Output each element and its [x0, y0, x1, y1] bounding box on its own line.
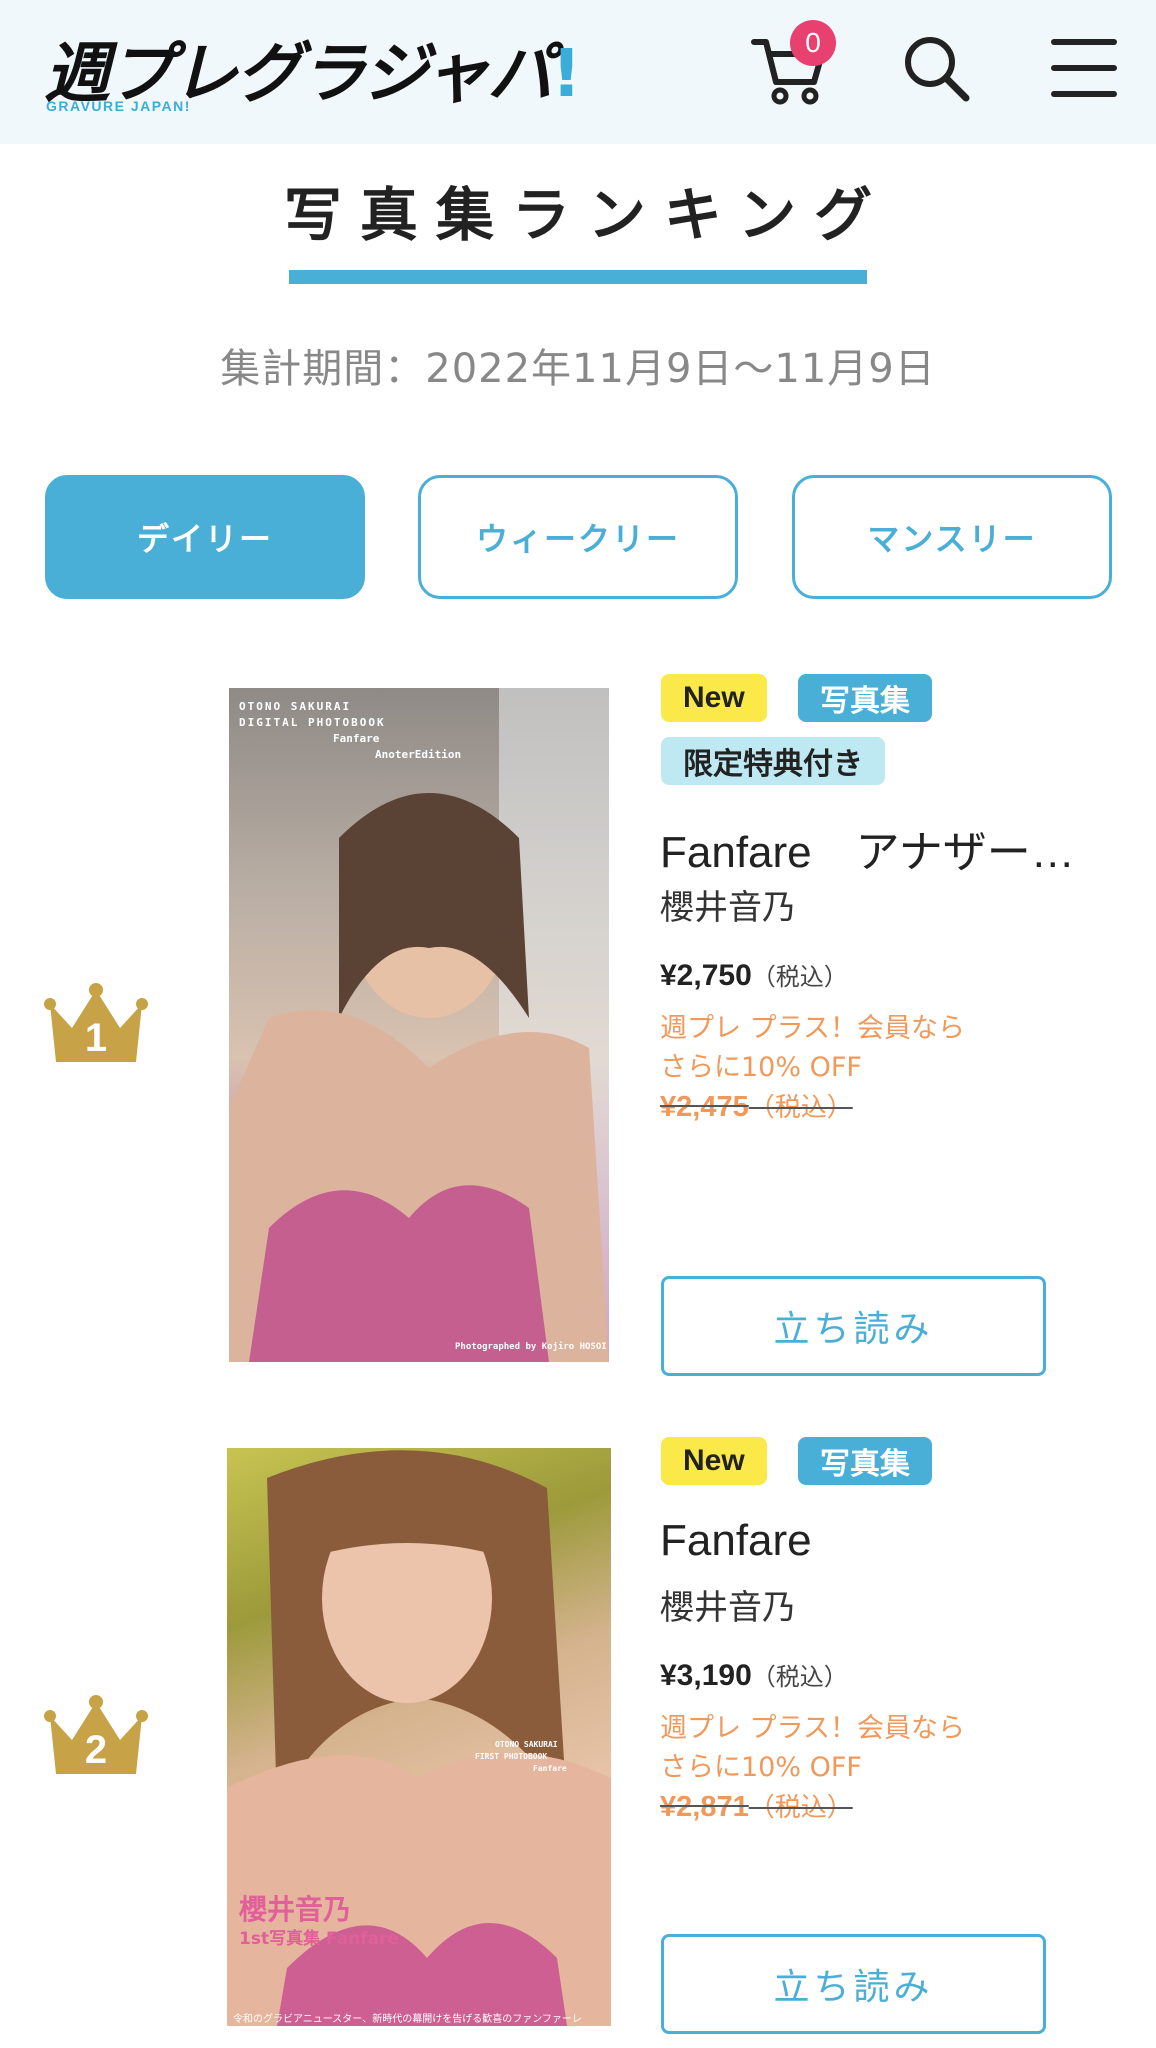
member-discount-line1: 週プレ プラス！会員なら	[660, 1013, 966, 1044]
hamburger-menu-icon[interactable]	[1044, 28, 1124, 108]
product-author[interactable]: 櫻井音乃	[660, 880, 796, 929]
cart-count-badge: 0	[790, 20, 836, 66]
member-discount-line2: さらに10% OFF	[660, 1752, 862, 1783]
new-badge: New	[661, 674, 767, 722]
site-logo[interactable]: 週プレグラジャパ! GRAVURE JAPAN!	[44, 18, 582, 118]
cover-image[interactable]: OTONO SAKURAI FIRST PHOTOBOOK Fanfare 櫻井…	[227, 1448, 611, 2026]
cover-text: 令和のグラビアニュースター、新時代の幕開けを告げる歓喜のファンファーレ	[233, 2014, 582, 2025]
cover-image[interactable]: OTONO SAKURAI DIGITAL PHOTOBOOK Fanfare …	[229, 688, 609, 1362]
member-price-value: ¥2,475	[660, 1091, 749, 1123]
preview-read-button[interactable]: 立ち読み	[661, 1276, 1046, 1376]
cover-text: AnoterEdition	[375, 748, 462, 761]
member-price-tax-label: （税込）	[748, 1093, 853, 1123]
photobook-badge: 写真集	[798, 1437, 932, 1485]
logo-mark: !	[551, 35, 581, 112]
member-discount-line2: さらに10% OFF	[660, 1052, 862, 1083]
cover-text: 1st写真集 Fanfare	[239, 1929, 399, 1949]
tab-daily[interactable]: デイリー	[45, 475, 365, 599]
aggregation-period: 集計期間：2022年11月9日〜11月9日	[220, 346, 936, 392]
product-price: ¥3,190（税込）	[660, 1657, 848, 1693]
cover-text: Photographed by Kojiro HOSOI	[455, 1342, 607, 1352]
member-price: ¥2,475（税込）	[660, 1087, 853, 1124]
member-price: ¥2,871（税込）	[660, 1787, 853, 1824]
cover-text: Fanfare	[333, 732, 380, 745]
bonus-badge: 限定特典付き	[661, 737, 885, 785]
search-icon[interactable]	[896, 28, 976, 108]
cover-text: DIGITAL PHOTOBOOK	[239, 716, 386, 729]
product-title[interactable]: Fanfare	[660, 1516, 1100, 1566]
cover-text: OTONO SAKURAI	[495, 1740, 558, 1749]
price-value: ¥2,750	[660, 959, 752, 992]
cover-text: 櫻井音乃	[239, 1893, 352, 1926]
page-title: 写真集ランキング	[283, 181, 891, 249]
product-author[interactable]: 櫻井音乃	[660, 1580, 796, 1629]
member-discount-line1: 週プレ プラス！会員なら	[660, 1713, 966, 1744]
cover-text: OTONO SAKURAI	[239, 700, 352, 713]
rank-number: 1	[84, 1016, 108, 1060]
price-value: ¥3,190	[660, 1659, 752, 1692]
tab-monthly[interactable]: マンスリー	[792, 475, 1112, 599]
tab-weekly[interactable]: ウィークリー	[418, 475, 738, 599]
product-title[interactable]: Fanfare アナザー…	[660, 816, 1100, 880]
logo-subtitle: GRAVURE JAPAN!	[46, 98, 191, 114]
new-badge: New	[661, 1437, 767, 1485]
member-price-value: ¥2,871	[660, 1791, 749, 1823]
photobook-badge: 写真集	[798, 674, 932, 722]
cover-text: FIRST PHOTOBOOK	[475, 1752, 548, 1761]
rank-number: 2	[84, 1728, 108, 1772]
member-price-tax-label: （税込）	[748, 1793, 853, 1823]
cover-text: Fanfare	[533, 1764, 567, 1773]
product-price: ¥2,750（税込）	[660, 957, 848, 993]
price-tax-label: （税込）	[751, 963, 848, 991]
title-underline	[289, 270, 867, 284]
price-tax-label: （税込）	[751, 1663, 848, 1691]
site-header: 週プレグラジャパ! GRAVURE JAPAN! 0	[0, 0, 1156, 144]
preview-read-button[interactable]: 立ち読み	[661, 1934, 1046, 2034]
